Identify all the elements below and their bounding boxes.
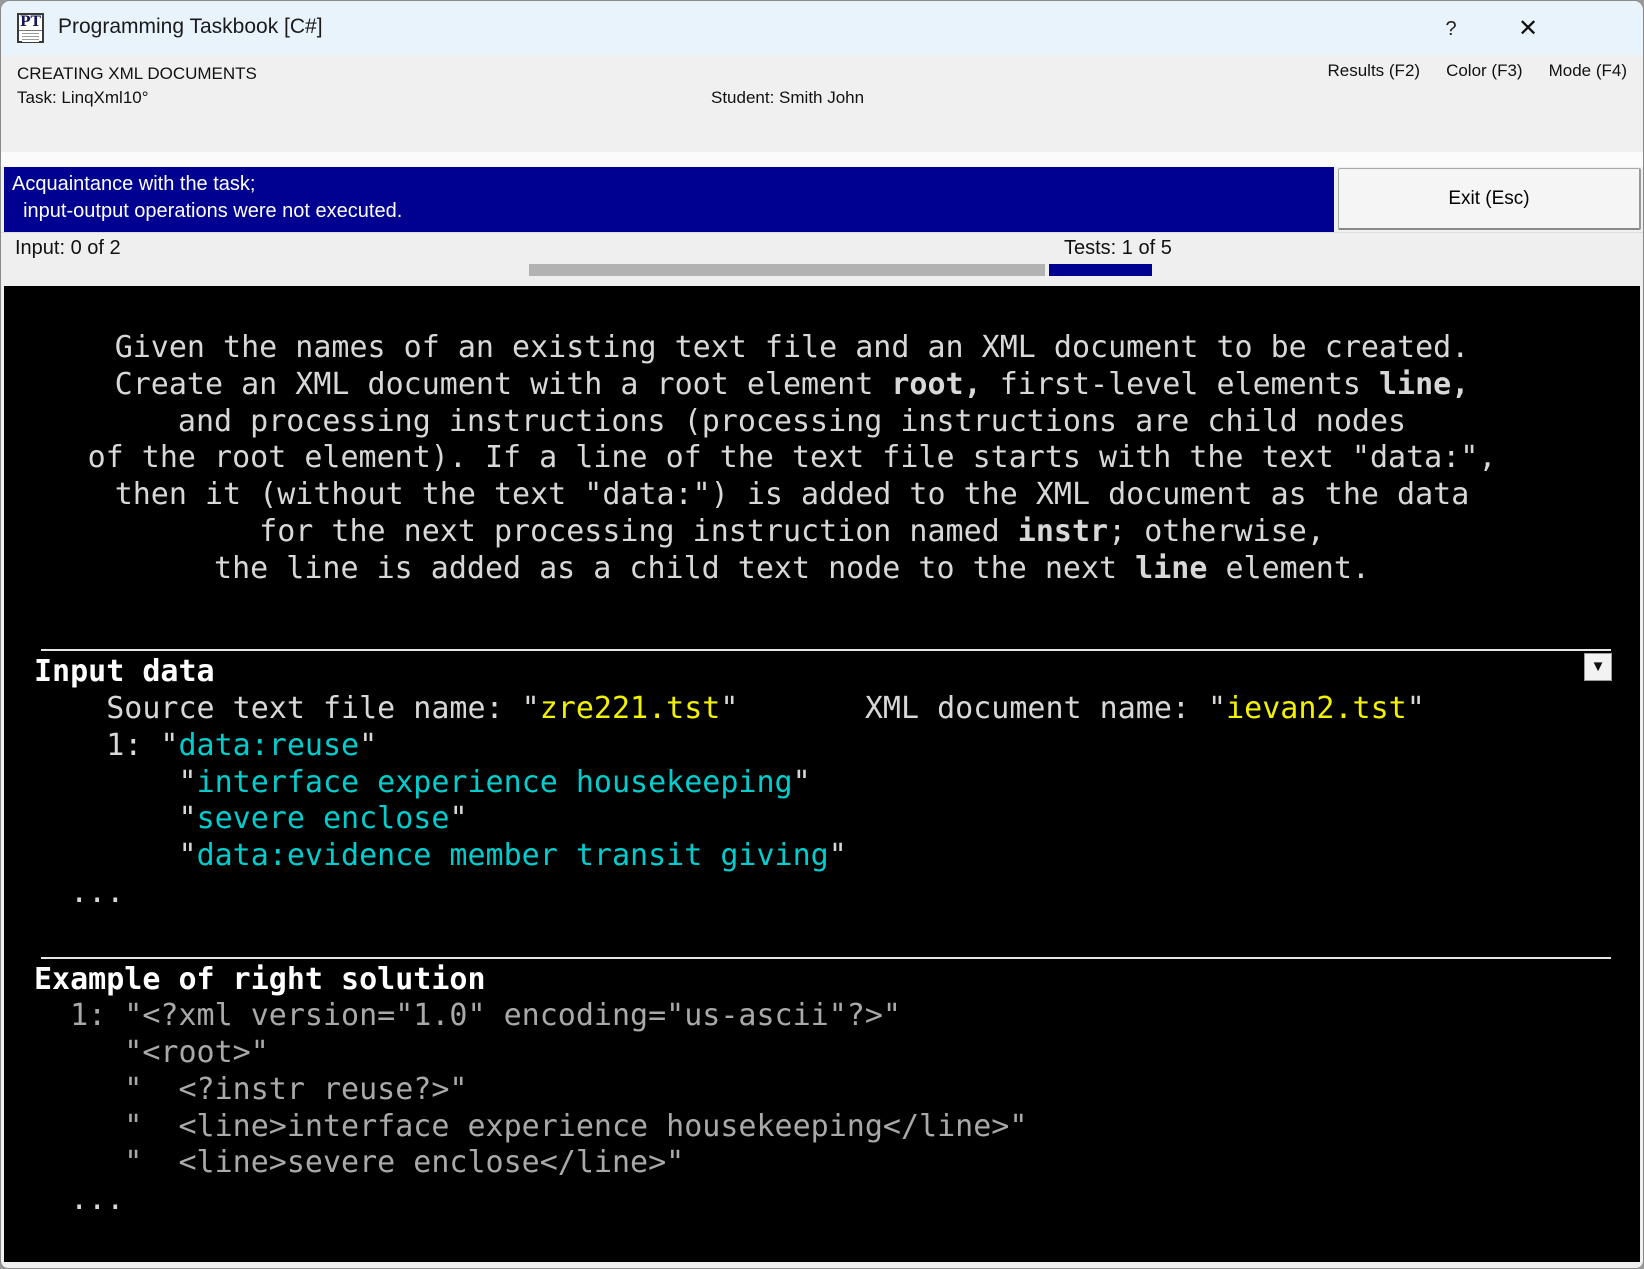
close-button[interactable]: ✕ [1506, 10, 1550, 46]
menu-item-color[interactable]: Color (F3) [1446, 61, 1523, 81]
progress-track [529, 264, 1045, 276]
progress-row: Input: 0 of 2 Tests: 1 of 5 [1, 232, 1643, 287]
tests-progress-fill [1049, 264, 1152, 276]
section-separator [41, 649, 1611, 651]
status-line-1: Acquaintance with the task; [4, 171, 1334, 198]
app-window: PT Programming Taskbook [C#] ? ✕ CREATIN… [0, 0, 1644, 1269]
section-title: CREATING XML DOCUMENTS [17, 64, 257, 84]
terminal-line: " <?instr reuse?>" [34, 1072, 1640, 1109]
help-button[interactable]: ? [1433, 14, 1469, 44]
exit-button[interactable]: Exit (Esc) [1338, 168, 1641, 230]
terminal-line: "<root>" [34, 1035, 1640, 1072]
app-icon-pagelines [22, 33, 39, 42]
terminal-line: Create an XML document with a root eleme… [12, 367, 1572, 404]
task-name: Task: LinqXml10° [17, 88, 149, 108]
terminal-line: and processing instructions (processing … [12, 404, 1572, 441]
task-terminal: Given the names of an existing text file… [4, 286, 1640, 1262]
app-icon-letters: PT [19, 15, 42, 31]
header-divider-strip [1, 152, 1643, 167]
status-message-bar: Acquaintance with the task; input-output… [4, 167, 1334, 232]
terminal-line: "interface experience housekeeping" [34, 765, 1640, 802]
terminal-line: then it (without the text "data:") is ad… [12, 477, 1572, 514]
app-icon: PT [17, 13, 44, 43]
scroll-down-button[interactable]: ▼ [1584, 653, 1612, 681]
example-solution-lines: 1: "<?xml version="1.0" encoding="us-asc… [34, 998, 1640, 1219]
menu-item-results[interactable]: Results (F2) [1327, 61, 1420, 81]
input-data-lines: Source text file name: "zre221.tst" XML … [34, 691, 1640, 912]
example-solution-section: Example of right solution 1: "<?xml vers… [4, 962, 1640, 1219]
example-solution-heading: Example of right solution [34, 962, 1640, 999]
terminal-line: ... [34, 875, 1640, 912]
terminal-line: " <line>interface experience housekeepin… [34, 1109, 1640, 1146]
terminal-line: Given the names of an existing text file… [12, 330, 1572, 367]
terminal-line: 1: "<?xml version="1.0" encoding="us-asc… [34, 998, 1640, 1035]
window-title: Programming Taskbook [C#] [58, 15, 323, 39]
chevron-down-icon: ▼ [1591, 658, 1606, 675]
tests-progress-label: Tests: 1 of 5 [1064, 237, 1172, 260]
input-progress-label: Input: 0 of 2 [15, 237, 121, 260]
task-description: Given the names of an existing text file… [12, 330, 1572, 587]
input-data-section: Input data Source text file name: "zre22… [4, 654, 1640, 911]
terminal-line: "data:evidence member transit giving" [34, 838, 1640, 875]
title-bar[interactable]: PT Programming Taskbook [C#] ? ✕ [1, 1, 1643, 55]
input-data-heading: Input data [34, 654, 1640, 691]
student-name: Student: Smith John [711, 88, 864, 108]
section-separator [41, 957, 1611, 959]
terminal-line: 1: "data:reuse" [34, 728, 1640, 765]
terminal-line: "severe enclose" [34, 801, 1640, 838]
terminal-line: the line is added as a child text node t… [12, 551, 1572, 588]
header-menu: Results (F2) Color (F3) Mode (F4) [1327, 61, 1627, 81]
terminal-line: ... [34, 1182, 1640, 1219]
terminal-line: Source text file name: "zre221.tst" XML … [34, 691, 1640, 728]
terminal-line: " <line>severe enclose</line>" [34, 1145, 1640, 1182]
status-line-2: input-output operations were not execute… [4, 198, 1334, 225]
status-row: Acquaintance with the task; input-output… [1, 167, 1643, 232]
terminal-line: for the next processing instruction name… [12, 514, 1572, 551]
menu-item-mode[interactable]: Mode (F4) [1549, 61, 1627, 81]
terminal-line: of the root element). If a line of the t… [12, 440, 1572, 477]
header: CREATING XML DOCUMENTS Task: LinqXml10° … [1, 55, 1643, 152]
